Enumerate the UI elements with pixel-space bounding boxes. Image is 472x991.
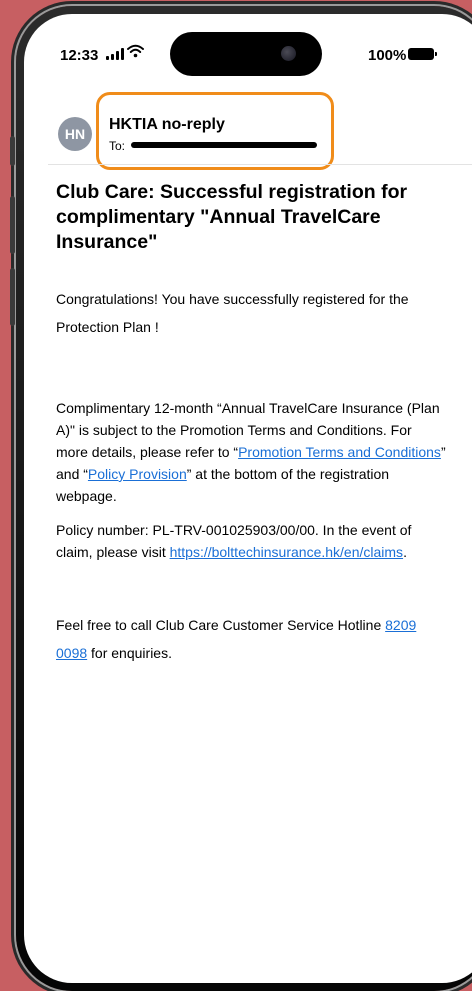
policy-paragraph: Policy number: PL-TRV-001025903/00/00. I… [56, 519, 446, 563]
side-button [10, 268, 15, 326]
cellular-signal-icon [106, 48, 124, 60]
terms-paragraph: Complimentary 12-month “Annual TravelCar… [56, 397, 446, 507]
camera-icon [281, 46, 296, 61]
sender-highlight-box [96, 92, 334, 170]
email-subject: Club Care: Successful registration for c… [56, 181, 408, 253]
email-body: Club Care: Successful registration for c… [56, 180, 446, 667]
hotline-text: Feel free to call Club Care Customer Ser… [56, 617, 386, 633]
hotline-paragraph: Feel free to call Club Care Customer Ser… [56, 611, 446, 667]
dynamic-island [170, 32, 322, 76]
promotion-terms-link[interactable]: Promotion Terms and Conditions [238, 444, 441, 460]
phone-frame: 12:33 100% HN HKTIA no-reply To: Club Ca… [10, 6, 472, 991]
status-time: 12:33 [60, 47, 99, 64]
congratulations-paragraph: Congratulations! You have successfully r… [56, 291, 409, 335]
wifi-icon [127, 44, 144, 58]
status-bar: 12:33 100% [24, 14, 472, 84]
hotline-text: for enquiries. [87, 645, 172, 661]
policy-text: . [403, 544, 407, 560]
battery-percent: 100% [368, 47, 407, 64]
side-button [10, 196, 15, 254]
phone-screen: 12:33 100% HN HKTIA no-reply To: Club Ca… [24, 14, 472, 983]
sender-avatar[interactable]: HN [58, 117, 92, 151]
claims-link[interactable]: https://bolttechinsurance.hk/en/claims [170, 544, 403, 560]
battery-icon [408, 48, 437, 60]
side-button [10, 136, 15, 166]
policy-provision-link[interactable]: Policy Provision [88, 466, 187, 482]
header-divider [48, 164, 472, 165]
